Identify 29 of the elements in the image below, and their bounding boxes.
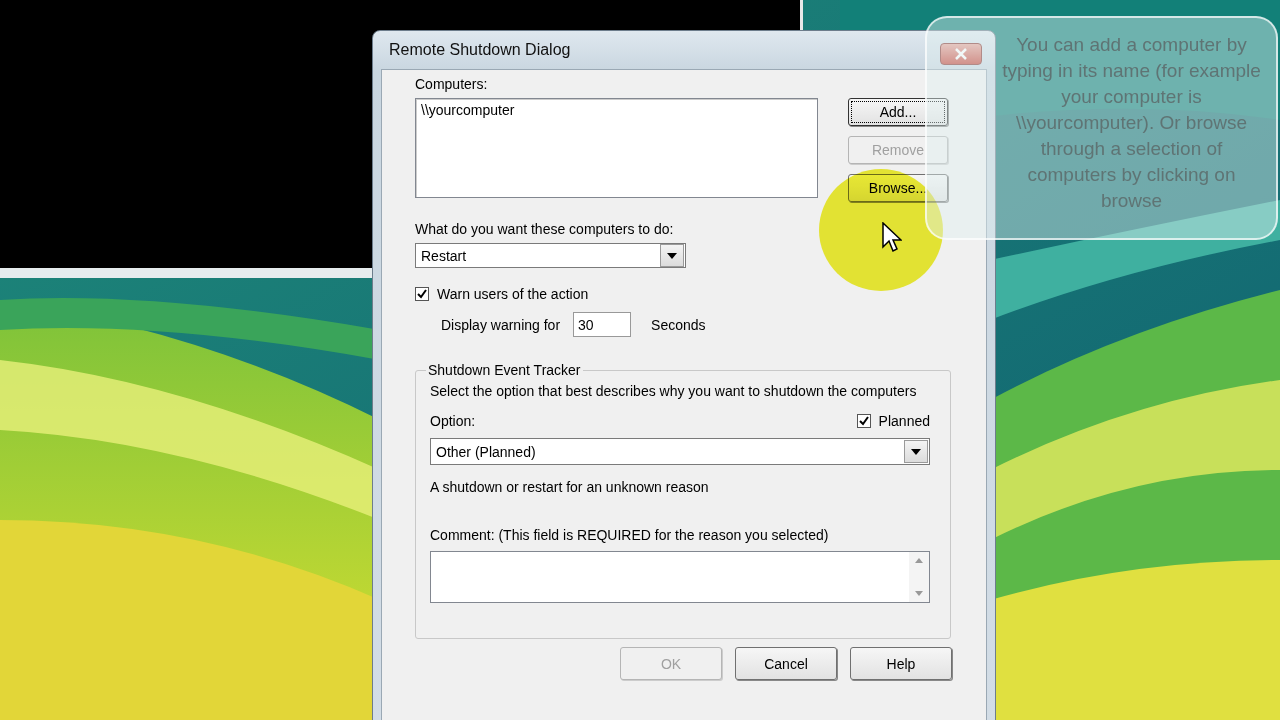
add-button[interactable]: Add... <box>848 98 948 126</box>
cursor-icon <box>882 222 902 254</box>
planned-checkbox[interactable] <box>856 414 871 428</box>
computers-list[interactable]: \\yourcomputer <box>415 98 818 198</box>
unit-label: Seconds <box>651 316 706 333</box>
checkbox-label: Warn users of the action <box>437 286 589 302</box>
window-title: Remote Shutdown Dialog <box>389 41 571 59</box>
checkbox-label: Planned <box>878 413 930 429</box>
dropdown-arrow-icon[interactable] <box>667 252 677 259</box>
group-title: Shutdown Event Tracker <box>427 362 582 378</box>
option-label: Option: <box>430 413 476 429</box>
computers-label: Computers: <box>415 76 488 92</box>
reason-text: A shutdown or restart for an unknown reason <box>430 479 709 495</box>
dropdown-arrow-icon[interactable] <box>911 448 921 455</box>
description-text: Select the option that best describes why you want to shutdown the computers <box>430 382 918 401</box>
option-dropdown[interactable]: Other (Planned) <box>430 438 930 465</box>
comment-label: Comment: (This field is REQUIRED for the reason you selected) <box>430 527 829 543</box>
close-icon[interactable] <box>940 43 982 65</box>
comment-field[interactable] <box>430 551 930 603</box>
warn-checkbox[interactable] <box>415 287 429 301</box>
scroll-up-icon[interactable] <box>915 558 923 563</box>
seconds-field[interactable]: 30 <box>573 312 632 337</box>
action-label: What do you want these computers to do: <box>415 221 674 237</box>
scroll-down-icon[interactable] <box>915 591 923 596</box>
cancel-button[interactable]: Cancel <box>735 647 837 680</box>
warning-label: Display warning for <box>441 316 561 333</box>
list-item[interactable]: \\yourcomputer <box>421 102 812 118</box>
help-button[interactable]: Help <box>850 647 952 680</box>
action-dropdown[interactable]: Restart <box>415 243 686 268</box>
